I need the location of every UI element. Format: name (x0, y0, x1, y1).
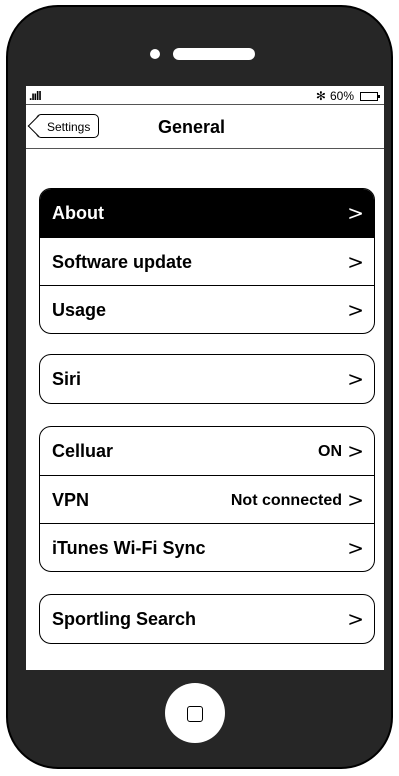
status-bar: .ııll ✻ 60% (26, 86, 384, 104)
row-label: iTunes Wi-Fi Sync (52, 538, 206, 558)
back-button-label: Settings (47, 120, 91, 134)
row-value: ON (318, 443, 342, 460)
settings-group-1: About > Software update > Usage > (39, 188, 375, 334)
settings-group-2: Siri > (39, 354, 375, 404)
status-right: ✻ 60% (315, 89, 380, 103)
bluetooth-icon: ✻ (315, 89, 326, 103)
row-label: Usage (52, 300, 107, 320)
row-label: Sportling Search (52, 609, 197, 629)
chevron-right-icon: > (347, 607, 364, 631)
row-spotlight-search[interactable]: Sportling Search > (40, 595, 374, 643)
row-cellular[interactable]: Celluar ON > (40, 427, 374, 475)
speaker-grille (173, 48, 255, 60)
chevron-right-icon: > (347, 201, 364, 225)
screen: .ııll ✻ 60% Settings General About > Sof… (26, 86, 384, 670)
chevron-right-icon: > (347, 298, 364, 322)
row-usage[interactable]: Usage > (40, 285, 374, 333)
chevron-right-icon: > (347, 488, 364, 512)
settings-group-4: Sportling Search > (39, 594, 375, 644)
battery-icon (360, 91, 380, 101)
row-label: About (52, 203, 104, 223)
chevron-right-icon: > (347, 250, 364, 274)
nav-bar: Settings General (26, 104, 384, 149)
back-button[interactable]: Settings (36, 114, 100, 138)
row-label: Celluar (52, 441, 114, 461)
signal-icon: .ııll (29, 89, 42, 103)
row-about[interactable]: About > (40, 189, 374, 237)
row-label: VPN (52, 490, 90, 510)
row-software-update[interactable]: Software update > (40, 237, 374, 285)
battery-percent: 60% (329, 89, 354, 103)
settings-group-3: Celluar ON > VPN Not connected > iTunes … (39, 426, 375, 572)
page-title: General (158, 117, 226, 137)
chevron-right-icon: > (347, 536, 364, 560)
row-itunes-wifi-sync[interactable]: iTunes Wi-Fi Sync > (40, 523, 374, 571)
row-vpn[interactable]: VPN Not connected > (40, 475, 374, 523)
row-value: Not connected (230, 492, 342, 509)
chevron-right-icon: > (347, 367, 364, 391)
row-siri[interactable]: Siri > (40, 355, 374, 403)
row-label: Software update (52, 252, 193, 272)
camera-icon (150, 49, 160, 59)
home-square-icon (187, 706, 203, 722)
chevron-right-icon: > (347, 439, 364, 463)
row-label: Siri (52, 369, 82, 389)
